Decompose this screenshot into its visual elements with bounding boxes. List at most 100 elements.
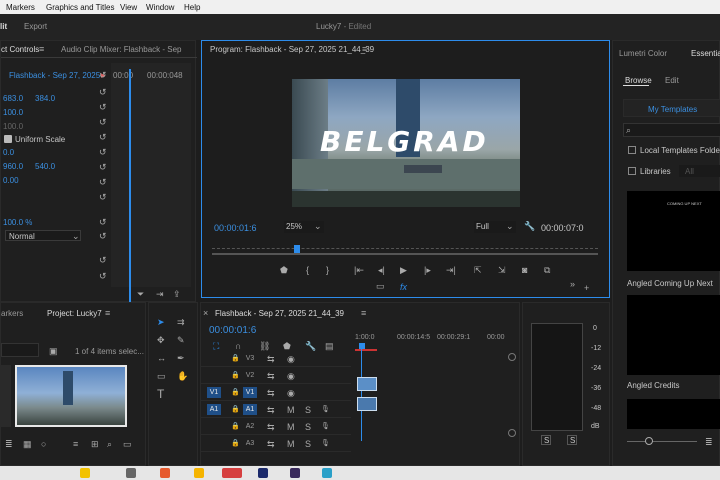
project-search-input[interactable] — [1, 343, 39, 357]
snap-icon[interactable]: ∩ — [235, 341, 241, 351]
reset-icon[interactable]: ↺ — [99, 255, 107, 265]
sync-lock-icon[interactable]: ⇆ — [267, 371, 275, 381]
mark-in-icon[interactable]: { — [306, 265, 309, 275]
eye-icon[interactable]: ◉ — [287, 388, 295, 398]
libraries-select[interactable]: All — [679, 165, 720, 177]
menu-markers[interactable]: Markers — [6, 3, 35, 12]
tab-export[interactable]: Export — [24, 22, 47, 31]
lift-icon[interactable]: ⇱ — [474, 265, 482, 275]
position-y-value[interactable]: 384.0 — [35, 94, 55, 103]
track-name[interactable]: A3 — [243, 438, 257, 449]
reset-icon[interactable]: ↺ — [99, 132, 107, 142]
track-select-icon[interactable]: ⇉ — [177, 317, 185, 327]
scroll-handle[interactable] — [508, 353, 516, 361]
lock-icon[interactable]: 🔒 — [231, 405, 240, 415]
mini-playhead[interactable] — [129, 69, 131, 305]
reset-icon[interactable]: ↺ — [99, 117, 107, 127]
wrench-icon[interactable]: 🔧 — [305, 341, 316, 351]
app-icon[interactable] — [194, 468, 204, 478]
tab-markers[interactable]: arkers — [1, 309, 23, 318]
scroll-handle[interactable] — [508, 429, 516, 437]
step-forward-icon[interactable]: |▸ — [424, 265, 431, 275]
timeline-playhead-head[interactable] — [359, 343, 365, 349]
anti-flicker-value[interactable]: 0.00 — [3, 176, 19, 185]
extract-icon[interactable]: ⇲ — [498, 265, 506, 275]
search-icon[interactable]: ⌕ — [107, 439, 112, 449]
add-marker-icon[interactable]: ⬟ — [280, 265, 288, 275]
eye-icon[interactable]: ◉ — [287, 354, 295, 364]
step-back-icon[interactable]: ◂| — [378, 265, 385, 275]
sync-lock-icon[interactable]: ⇆ — [267, 439, 275, 449]
ripple-edit-icon[interactable]: ✥ — [157, 335, 165, 345]
lock-icon[interactable]: 🔒 — [231, 354, 240, 364]
timeline-timecode[interactable]: 00:00:01:6 — [209, 325, 256, 336]
pen-tool-icon[interactable]: ✒ — [177, 353, 185, 363]
thumbnail-size-handle[interactable] — [645, 437, 653, 445]
template-thumbnail[interactable] — [627, 295, 720, 375]
partial-thumbnail[interactable] — [1, 365, 11, 427]
microphone-icon[interactable]: 🎙 — [321, 439, 330, 449]
weather-icon[interactable] — [80, 468, 90, 478]
local-templates-checkbox[interactable] — [628, 146, 636, 154]
icon-view-icon[interactable]: ▦ — [23, 439, 32, 449]
list-view-icon[interactable]: ≣ — [705, 437, 713, 447]
solo-button[interactable]: S — [305, 405, 311, 415]
scale-value[interactable]: 100.0 — [3, 108, 23, 117]
automate-icon[interactable]: ⊞ — [91, 439, 99, 449]
libraries-checkbox[interactable] — [628, 167, 636, 175]
menu-graphics-and-titles[interactable]: Graphics and Titles — [46, 3, 114, 12]
microphone-icon[interactable]: 🎙 — [321, 405, 330, 415]
tab-project[interactable]: Project: Lucky7 — [47, 309, 102, 318]
zoom-select[interactable]: 25% ⌄ — [284, 221, 324, 233]
close-icon[interactable]: × — [203, 308, 208, 318]
camera-icon[interactable]: ◙ — [522, 265, 527, 275]
app-icon[interactable] — [222, 468, 242, 478]
app-icon[interactable] — [160, 468, 170, 478]
app-icon[interactable] — [126, 468, 136, 478]
lock-icon[interactable]: 🔒 — [231, 388, 240, 398]
panel-menu-icon[interactable]: ≡ — [362, 44, 367, 54]
new-bin-icon[interactable]: ▭ — [123, 439, 132, 449]
filter-icon[interactable]: ⏷ — [137, 289, 144, 299]
panel-menu-icon[interactable]: ≡ — [39, 44, 44, 54]
template-thumbnail[interactable] — [627, 399, 720, 429]
share-icon[interactable]: ⇪ — [173, 289, 181, 299]
solo-left-button[interactable]: S — [541, 435, 551, 445]
source-patch[interactable]: V1 — [207, 387, 221, 398]
menu-window[interactable]: Window — [146, 3, 174, 12]
lock-icon[interactable]: 🔒 — [231, 439, 240, 449]
reset-icon[interactable]: ↺ — [99, 70, 107, 80]
clip-thumbnail[interactable] — [15, 365, 127, 427]
tab-essential-graphics[interactable]: Essentia — [691, 49, 720, 58]
solo-button[interactable]: S — [305, 422, 311, 432]
tab-lumetri-color[interactable]: Lumetri Color — [619, 49, 667, 58]
reset-icon[interactable]: ↺ — [99, 147, 107, 157]
tab-edit[interactable]: Edit — [665, 76, 679, 85]
sync-lock-icon[interactable]: ⇆ — [267, 422, 275, 432]
track-name[interactable]: V1 — [243, 387, 257, 398]
go-to-in-icon[interactable]: |⇤ — [354, 265, 364, 275]
sync-lock-icon[interactable]: ⇆ — [267, 354, 275, 364]
sync-lock-icon[interactable]: ⇆ — [267, 405, 275, 415]
reset-icon[interactable]: ↺ — [99, 102, 107, 112]
nest-icon[interactable]: ⛶ — [213, 341, 219, 351]
eye-icon[interactable]: ◉ — [287, 371, 295, 381]
mini-timeline[interactable] — [111, 63, 191, 287]
reset-icon[interactable]: ↺ — [99, 87, 107, 97]
reset-icon[interactable]: ↺ — [99, 217, 107, 227]
comparison-view-icon[interactable]: ⧉ — [544, 265, 550, 275]
razor-tool-icon[interactable]: ✎ — [177, 335, 185, 345]
mark-out-icon[interactable]: } — [326, 265, 329, 275]
template-thumbnail[interactable]: COMING UP NEXT — [627, 191, 720, 271]
mute-button[interactable]: M — [287, 405, 295, 415]
video-clip[interactable] — [357, 377, 377, 391]
panel-menu-icon[interactable]: ≡ — [105, 308, 110, 318]
play-icon[interactable]: ▶ — [400, 265, 407, 275]
app-icon[interactable] — [258, 468, 268, 478]
menu-help[interactable]: Help — [184, 3, 200, 12]
reset-icon[interactable]: ↺ — [99, 162, 107, 172]
go-to-out-icon[interactable]: ⇥| — [446, 265, 456, 275]
uniform-scale-checkbox[interactable] — [4, 135, 12, 143]
scrub-bar[interactable] — [212, 253, 598, 255]
sync-lock-icon[interactable]: ⇆ — [267, 388, 275, 398]
